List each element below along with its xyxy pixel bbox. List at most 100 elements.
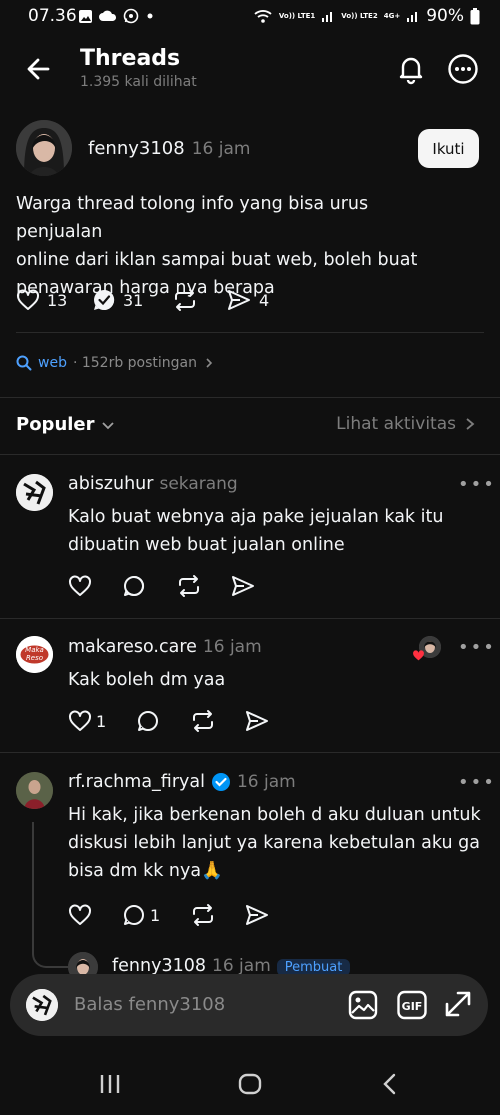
comment-actions: 1 xyxy=(68,709,270,733)
notifications-button[interactable] xyxy=(395,53,427,85)
send-icon xyxy=(228,290,250,310)
nested-reply-meta: fenny3108 16 jam Pembuat xyxy=(112,956,351,976)
post-meta: fenny3108 16 jam xyxy=(88,138,250,159)
liked-heart-badge xyxy=(412,649,425,661)
bell-icon xyxy=(399,57,423,85)
avatar-photo xyxy=(16,120,72,176)
divider xyxy=(0,618,500,619)
comment-username[interactable]: rf.rachma_firyal xyxy=(68,772,205,792)
comment-text-line: diskusi lebih lanjut ya karena kebetulan… xyxy=(68,833,480,853)
comment-text-line: Kalo buat webnya aja pake jejualan kak i… xyxy=(68,507,444,527)
post-username[interactable]: fenny3108 xyxy=(88,138,185,159)
comment-username[interactable]: makareso.care xyxy=(68,637,197,657)
reply-input[interactable]: Balas fenny3108 xyxy=(74,994,225,1015)
send-icon xyxy=(246,905,268,925)
comment-more-button[interactable]: ••• xyxy=(458,772,496,793)
gif-button[interactable]: GIF xyxy=(396,989,428,1021)
reply-count: 31 xyxy=(123,290,144,310)
comment-repost-button[interactable] xyxy=(190,709,244,733)
repost-icon xyxy=(193,710,213,732)
expand-button[interactable] xyxy=(443,989,473,1019)
topic-count: · 152rb postingan xyxy=(72,355,198,371)
comment-repost-button[interactable] xyxy=(176,574,230,598)
comment-reply-button[interactable]: 1 xyxy=(122,903,190,927)
heart-icon xyxy=(69,710,91,731)
repost-icon xyxy=(179,575,199,597)
comment-bubble-icon xyxy=(138,711,158,731)
view-activity-link[interactable]: Lihat aktivitas xyxy=(336,414,476,434)
chevron-right-icon xyxy=(466,418,475,430)
abstract-logo-icon xyxy=(26,989,58,1021)
search-icon xyxy=(16,355,32,371)
comment-more-button[interactable]: ••• xyxy=(458,474,496,495)
network-2-label: Vo)) LTE2 xyxy=(341,11,378,20)
like-count: 13 xyxy=(47,290,68,310)
comment-repost-button[interactable] xyxy=(190,903,244,927)
follow-button[interactable]: Ikuti xyxy=(418,129,479,168)
comment-meta: rf.rachma_firyal 16 jam xyxy=(68,772,296,792)
comment-text: Hi kak, jika berkenan boleh d aku duluan… xyxy=(68,801,488,885)
nested-reply-username[interactable]: fenny3108 xyxy=(112,956,206,976)
post-text-line: online dari iklan sampai buat web, boleh… xyxy=(16,250,418,270)
topic-link[interactable]: web · 152rb postingan xyxy=(16,355,215,371)
comment-share-button[interactable] xyxy=(244,709,270,733)
status-bar: 07.36 Vo)) LTE1 Vo)) LTE2 4G+ 90% xyxy=(0,0,500,34)
like-button[interactable]: 13 xyxy=(16,288,92,312)
comment-reply-button[interactable] xyxy=(122,574,176,598)
home-button[interactable] xyxy=(238,1073,262,1095)
recent-apps-button[interactable] xyxy=(98,1073,122,1095)
comment-bubble-icon xyxy=(124,576,144,596)
svg-text:GIF: GIF xyxy=(402,1000,423,1013)
heart-filled-icon xyxy=(413,650,424,661)
comment-share-button[interactable] xyxy=(244,903,270,927)
divider xyxy=(0,752,500,753)
avatar-photo xyxy=(16,772,53,809)
comment-meta: makareso.care 16 jam xyxy=(68,637,262,657)
comment-actions: 1 xyxy=(68,903,270,927)
status-time: 07.36 xyxy=(28,6,77,26)
whatsapp-icon xyxy=(123,8,139,24)
attach-image-button[interactable] xyxy=(347,989,379,1021)
back-arrow-icon xyxy=(27,58,50,80)
chevron-left-icon xyxy=(383,1073,396,1095)
home-icon xyxy=(238,1073,262,1095)
comment-time: 16 jam xyxy=(202,637,262,657)
abstract-logo-icon xyxy=(16,474,53,511)
reply-button[interactable]: 31 xyxy=(92,288,172,312)
divider xyxy=(0,397,500,398)
battery-icon xyxy=(470,7,480,24)
comment-share-button[interactable] xyxy=(230,574,256,598)
send-icon xyxy=(246,711,268,731)
comment-text-line: bisa dm kk nya🙏 xyxy=(68,861,223,881)
post-author-avatar[interactable] xyxy=(16,120,72,176)
chevron-right-icon xyxy=(206,358,213,368)
status-right: Vo)) LTE1 Vo)) LTE2 4G+ 90% xyxy=(253,6,480,26)
comment-avatar[interactable] xyxy=(16,772,53,809)
comment-more-button[interactable]: ••• xyxy=(458,637,496,658)
comment-avatar[interactable]: Maka Reso xyxy=(16,636,53,673)
page-title: Threads xyxy=(80,46,181,71)
more-options-button[interactable] xyxy=(447,53,479,85)
comment-like-button[interactable] xyxy=(68,903,122,927)
dot-icon xyxy=(147,13,153,19)
system-back-button[interactable] xyxy=(380,1073,400,1095)
sort-dropdown[interactable]: Populer xyxy=(16,414,115,435)
back-button[interactable] xyxy=(24,54,54,84)
comment-like-count: 1 xyxy=(96,711,107,731)
comment-username[interactable]: abiszuhur xyxy=(68,474,153,494)
sort-label: Populer xyxy=(16,414,95,435)
signal-1-icon xyxy=(322,12,333,22)
status-notification-icons xyxy=(78,8,155,24)
repost-icon xyxy=(175,289,195,311)
comment-like-button[interactable] xyxy=(68,574,122,598)
comment-reply-button[interactable] xyxy=(136,709,190,733)
comment-time: sekarang xyxy=(159,474,238,494)
repost-icon xyxy=(193,904,213,926)
share-button[interactable]: 4 xyxy=(226,288,269,312)
post-text: Warga thread tolong info yang bisa urus … xyxy=(16,190,456,302)
comment-avatar[interactable] xyxy=(16,474,53,511)
comment-like-button[interactable]: 1 xyxy=(68,709,136,733)
repost-button[interactable] xyxy=(172,288,226,312)
post-actions: 13 31 4 xyxy=(16,288,269,312)
cloud-icon xyxy=(99,10,117,21)
